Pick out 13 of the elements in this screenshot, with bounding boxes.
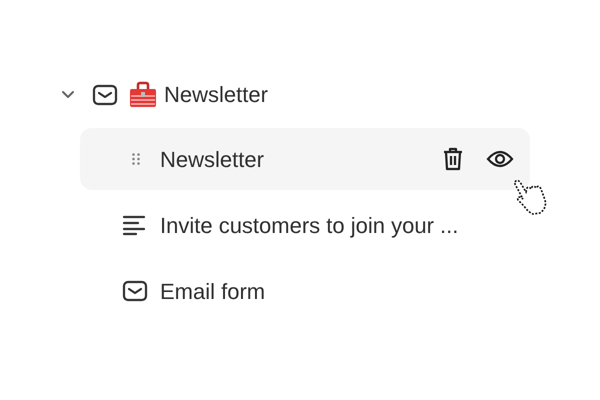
envelope-icon bbox=[92, 84, 118, 106]
envelope-icon bbox=[122, 280, 148, 302]
drag-handle-icon[interactable] bbox=[132, 153, 140, 165]
item-label: Newsletter bbox=[160, 146, 264, 174]
item-label: Email form bbox=[160, 278, 266, 306]
tree-item[interactable]: Email form bbox=[80, 260, 530, 322]
toolbox-icon bbox=[128, 81, 158, 109]
tree-item[interactable]: Invite customers to join your ... bbox=[80, 194, 530, 256]
item-label: Invite customers to join your ... bbox=[160, 212, 458, 240]
eye-icon[interactable] bbox=[486, 149, 514, 169]
group-title[interactable]: Newsletter bbox=[164, 84, 268, 106]
text-lines-icon bbox=[122, 214, 146, 236]
trash-icon[interactable] bbox=[442, 147, 464, 171]
